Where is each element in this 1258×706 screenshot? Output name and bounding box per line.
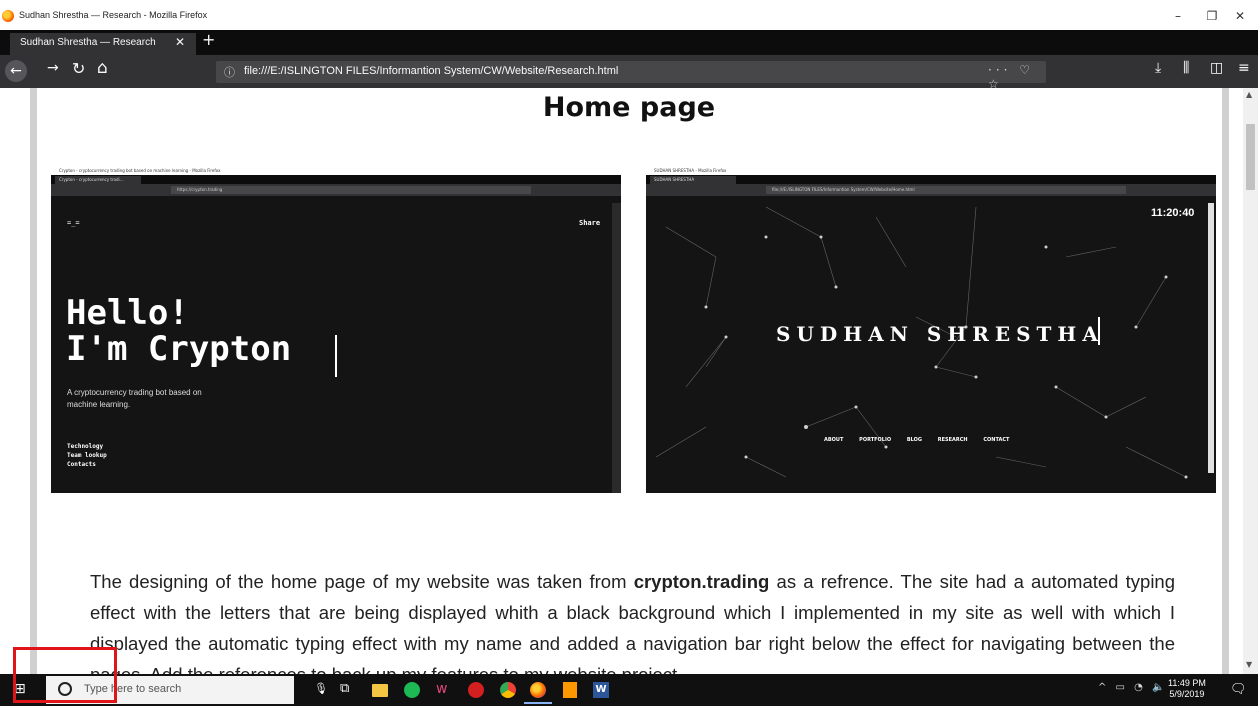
crypton-menu-item: Team lookup — [67, 452, 107, 459]
active-app-indicator — [524, 702, 552, 704]
url-text[interactable]: file:///E:/ISLINGTON FILES/Informantion … — [244, 65, 618, 77]
nav-link-blog: BLOG — [906, 437, 923, 443]
back-button[interactable]: ← — [5, 60, 27, 82]
crypton-subtitle: A cryptocurrency trading bot based on ma… — [67, 388, 202, 409]
system-tray[interactable]: ^ ▭ ◔ 🔈 — [1098, 682, 1168, 693]
word-icon[interactable]: W — [593, 682, 609, 698]
shot-tab-label: SUDHAN SHRESTHA — [654, 177, 695, 182]
sudhan-home-screenshot: SUDHAN SHRESTHA - Mozilla Firefox SUDHAN… — [646, 167, 1216, 493]
page-left-border — [30, 88, 37, 674]
crypton-logo: =_= — [67, 219, 80, 227]
shot-url: https://crypton.trading — [177, 187, 223, 192]
nav-link-contact: CONTACT — [983, 437, 1010, 443]
highlight-annotation-box — [13, 647, 117, 703]
firefox-icon[interactable] — [530, 682, 546, 698]
chrome-icon[interactable] — [500, 682, 516, 698]
new-tab-button[interactable]: + — [202, 30, 215, 49]
tab-label: Sudhan Shrestha — Research — [20, 37, 156, 48]
sublime-text-icon[interactable] — [563, 682, 577, 698]
page-right-border — [1222, 88, 1229, 674]
crypton-hero-text: Hello! I'm Crypton — [66, 295, 291, 367]
download-icon[interactable]: ⤓ — [1155, 60, 1161, 76]
menu-icon[interactable]: ≡ — [1238, 60, 1250, 76]
nav-link-research: RESEARCH — [937, 437, 968, 443]
sudhan-nav-links: ABOUT PORTFOLIO BLOG RESEARCH CONTACT — [824, 437, 1009, 443]
nav-link-portfolio: PORTFOLIO — [859, 437, 892, 443]
shot-window-title: SUDHAN SHRESTHA - Mozilla Firefox — [654, 168, 727, 173]
microphone-icon[interactable]: 🎙 — [314, 682, 328, 695]
crypton-share: Share — [579, 219, 601, 227]
window-title: Sudhan Shrestha — Research - Mozilla Fir… — [19, 10, 208, 20]
library-icon[interactable]: ⫼ — [1183, 60, 1189, 76]
shot-clock: 11:20:40 — [1151, 207, 1195, 219]
clock-date: 5/9/2019 — [1169, 689, 1205, 699]
reload-button[interactable]: ↻ — [72, 59, 85, 78]
notifications-icon[interactable]: 🗨 — [1230, 682, 1247, 697]
shot-window-title: Crypton - cryptocurrency trading bot bas… — [59, 168, 221, 173]
clock-time: 11:49 PM — [1168, 678, 1206, 688]
task-view-icon[interactable]: ⧉ — [340, 681, 349, 696]
nav-link-about: ABOUT — [824, 437, 844, 443]
tab-research[interactable]: Sudhan Shrestha — Research ✕ — [10, 33, 196, 55]
firefox-logo-icon — [2, 10, 14, 22]
scroll-down-icon[interactable]: ▼ — [1246, 660, 1252, 669]
typing-cursor — [335, 335, 337, 377]
crypton-menu: Technology Team lookup Contacts — [67, 442, 107, 469]
file-explorer-icon[interactable] — [372, 684, 388, 697]
reference-site: crypton.trading — [633, 571, 770, 592]
shot-url: file:///E:/ISLINGTON FILES/Informantion … — [772, 187, 915, 192]
game-icon[interactable] — [468, 682, 484, 698]
page-actions-icons[interactable]: ··· ♡ ☆ — [988, 63, 1046, 91]
spotify-icon[interactable] — [404, 682, 420, 698]
home-button[interactable]: ⌂ — [97, 58, 108, 78]
crypton-screenshot: Crypton - cryptocurrency trading bot bas… — [51, 167, 621, 493]
close-window-button[interactable]: ✕ — [1222, 6, 1258, 26]
crypton-menu-item: Contacts — [67, 461, 96, 468]
page-heading: Home page — [542, 92, 716, 123]
url-bar[interactable]: ⓘ file:///E:/ISLINGTON FILES/Informantio… — [216, 61, 1046, 91]
sidebar-icon[interactable]: ◫ — [1210, 60, 1223, 76]
sudhan-name-title: SUDHAN SHRESTHA — [776, 322, 1104, 346]
minimize-button[interactable]: – — [1160, 6, 1196, 26]
window-title-bar: Sudhan Shrestha — Research - Mozilla Fir… — [0, 0, 1258, 30]
hero-line-2: I'm Crypton — [66, 329, 292, 369]
scrollbar-thumb[interactable] — [1246, 124, 1255, 190]
taskbar-clock[interactable]: 11:49 PM 5/9/2019 — [1168, 678, 1206, 700]
forward-button[interactable]: → — [47, 60, 59, 76]
typing-cursor — [1098, 317, 1100, 345]
crypton-menu-item: Technology — [67, 443, 104, 450]
close-tab-icon[interactable]: ✕ — [175, 35, 185, 49]
app-icon[interactable]: ᴡ — [436, 681, 447, 697]
hero-line-1: Hello! — [66, 293, 189, 333]
site-info-icon[interactable]: ⓘ — [224, 64, 235, 80]
vertical-scrollbar[interactable]: ▲ ▼ — [1243, 88, 1258, 674]
shot-tab-label: Crypton - cryptocurrency tradi... — [59, 177, 124, 182]
description-paragraph: The designing of the home page of my web… — [90, 571, 1176, 685]
